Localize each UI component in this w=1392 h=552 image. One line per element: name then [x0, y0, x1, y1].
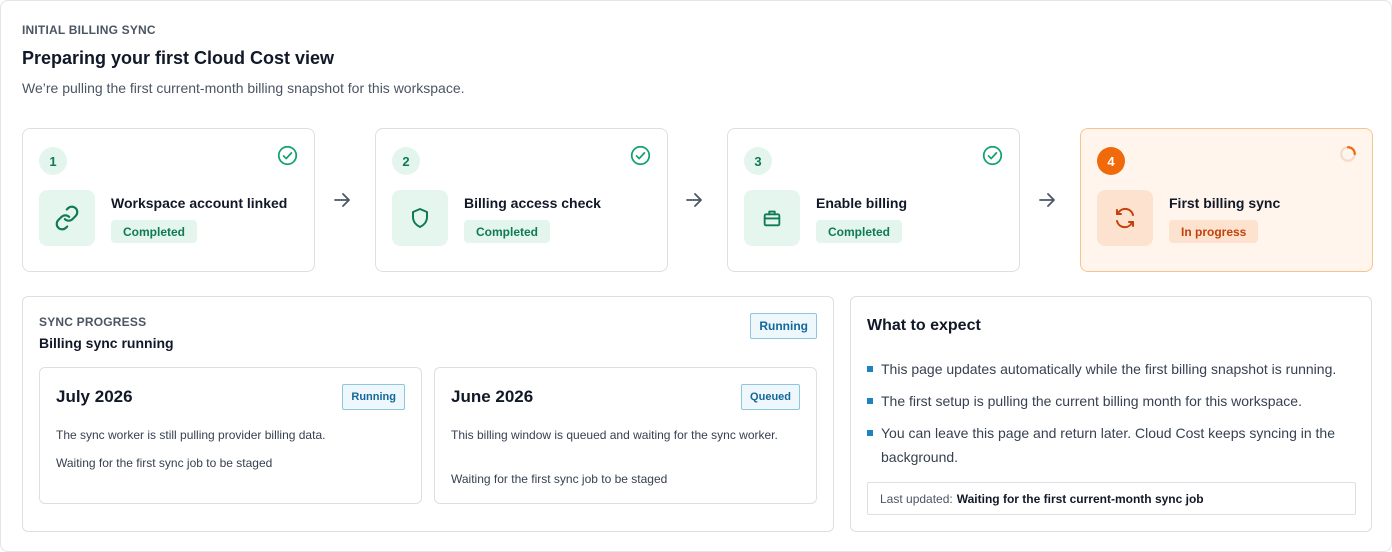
step-status-badge: Completed: [464, 220, 551, 243]
what-to-expect-card: What to expect This page updates automat…: [850, 296, 1372, 532]
month-status-badge: Running: [342, 384, 405, 410]
month-status-badge: Queued: [741, 384, 800, 410]
month-detail: Waiting for the first sync job to be sta…: [451, 472, 668, 486]
bullet-icon: [867, 366, 873, 372]
check-circle-icon: [277, 145, 298, 166]
check-circle-icon: [982, 145, 1003, 166]
sync-status-badge: Running: [750, 313, 817, 339]
step-status-badge: Completed: [816, 220, 903, 243]
step-status-badge: Completed: [111, 220, 198, 243]
arrow-right-icon: [1039, 193, 1055, 207]
step-number: 1: [39, 147, 67, 175]
sync-icon: [1097, 190, 1153, 246]
month-card-july: July 2026 Running The sync worker is sti…: [39, 367, 422, 504]
page-title: Preparing your first Cloud Cost view: [22, 48, 335, 68]
sync-eyebrow: SYNC PROGRESS: [39, 315, 147, 329]
step-label: Enable billing: [816, 195, 908, 211]
briefcase-icon: [744, 190, 800, 246]
shield-icon: [392, 190, 448, 246]
last-updated-value: Waiting for the first current-month sync…: [956, 491, 1204, 506]
sync-title: Billing sync running: [39, 335, 174, 351]
month-title: June 2026: [451, 387, 534, 406]
step-card-workspace-linked: 1 Workspace account linked Completed: [22, 128, 315, 272]
step-status-badge: In progress: [1169, 220, 1259, 243]
last-updated-box: Last updated: Waiting for the first curr…: [867, 482, 1356, 515]
month-description: The sync worker is still pulling provide…: [56, 428, 326, 442]
page-subtitle: We’re pulling the first current-month bi…: [22, 80, 465, 96]
step-label: First billing sync: [1169, 195, 1281, 211]
expect-title: What to expect: [867, 317, 981, 334]
step-label: Billing access check: [464, 195, 601, 211]
step-number: 4: [1097, 147, 1125, 175]
list-item: The first setup is pulling the current b…: [867, 389, 1357, 413]
expect-list: This page updates automatically while th…: [867, 357, 1357, 477]
bullet-icon: [867, 430, 873, 436]
spinner-icon: [1340, 146, 1356, 162]
month-card-june: June 2026 Queued This billing window is …: [434, 367, 817, 504]
list-item: You can leave this page and return later…: [867, 421, 1357, 469]
step-card-enable-billing: 3 Enable billing Completed: [727, 128, 1020, 272]
link-icon: [39, 190, 95, 246]
billing-sync-panel: INITIAL BILLING SYNC Preparing your firs…: [0, 0, 1392, 552]
last-updated-label: Last updated:: [880, 491, 953, 506]
month-description: This billing window is queued and waitin…: [451, 428, 778, 442]
bullet-icon: [867, 398, 873, 404]
sync-progress-card: SYNC PROGRESS Billing sync running Runni…: [22, 296, 834, 532]
step-number: 2: [392, 147, 420, 175]
page-eyebrow: INITIAL BILLING SYNC: [22, 23, 156, 37]
step-number: 3: [744, 147, 772, 175]
step-card-billing-access: 2 Billing access check Completed: [375, 128, 668, 272]
arrow-right-icon: [686, 193, 702, 207]
step-label: Workspace account linked: [111, 195, 288, 211]
step-card-first-sync: 4 First billing sync In progress: [1080, 128, 1373, 272]
arrow-right-icon: [334, 193, 350, 207]
month-detail: Waiting for the first sync job to be sta…: [56, 456, 273, 470]
check-circle-icon: [630, 145, 651, 166]
list-item: This page updates automatically while th…: [867, 357, 1357, 381]
month-title: July 2026: [56, 387, 133, 406]
